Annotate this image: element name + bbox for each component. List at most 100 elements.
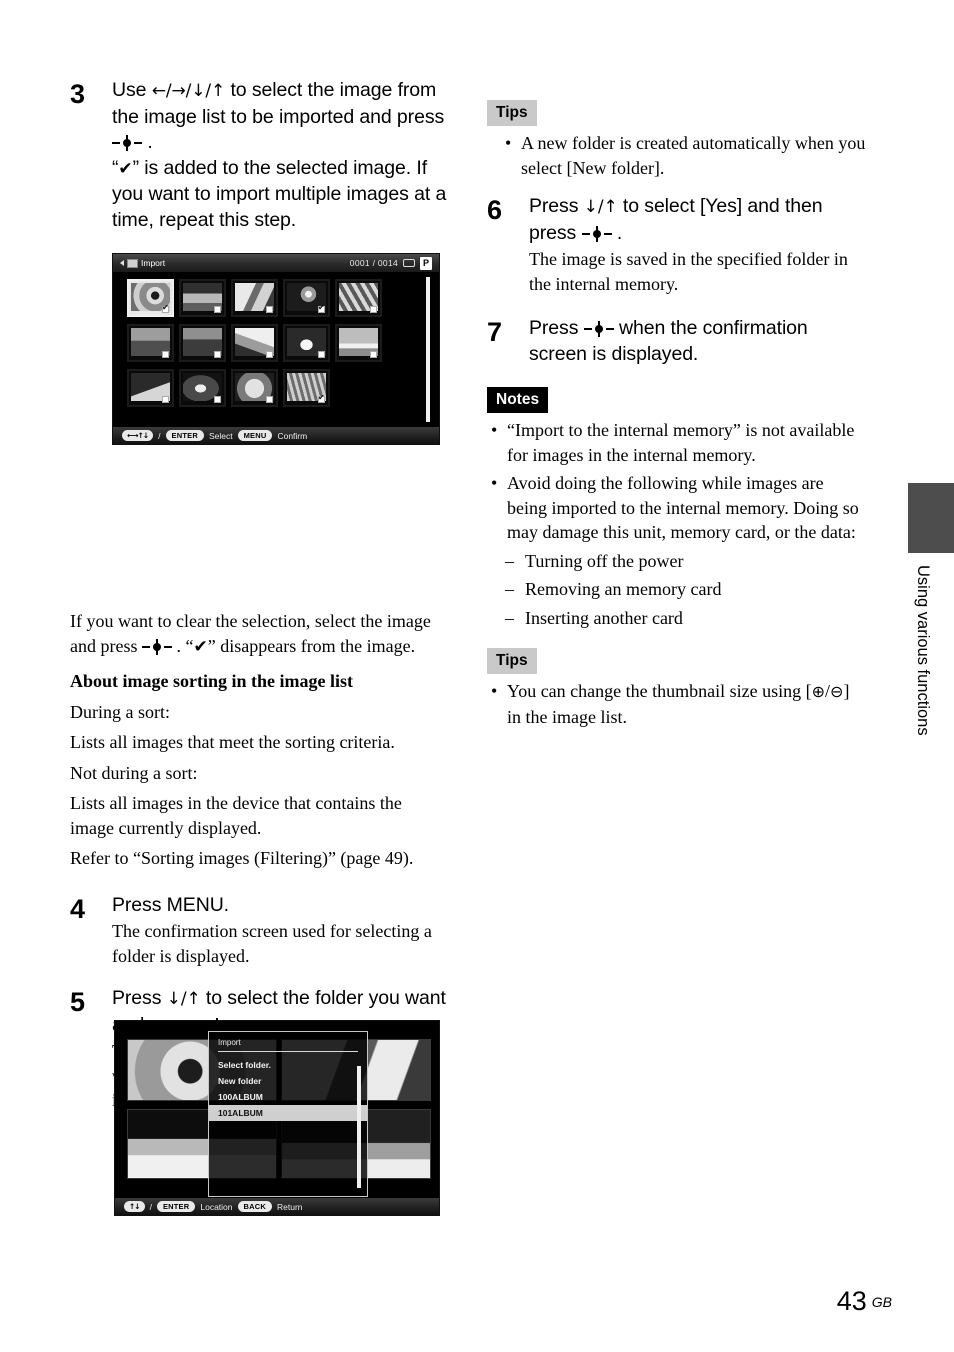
step-3-number: 3 [70, 79, 86, 109]
tips-bottom-header: Tips [487, 648, 867, 674]
clear-selection-text-2: . “ [171, 635, 194, 656]
manual-page: 3 Use ←/→/↓/↑ to select the image from t… [0, 0, 954, 1352]
thumbnail-checkbox[interactable] [318, 351, 325, 358]
after-screenshot-text: If you want to clear the selection, sele… [70, 609, 450, 871]
memory-card-icon [127, 258, 138, 268]
checkmark-icon: ✔ [118, 158, 133, 179]
step-6: 6 Press ↓/↑ to select [Yes] and then pre… [487, 194, 867, 296]
tips-top-list: A new folder is created automatically wh… [487, 131, 867, 180]
thumbnail-item[interactable] [179, 279, 226, 317]
dialog-item-101album[interactable]: 101ALBUM [209, 1105, 367, 1121]
updown-keys-pill: ↑↓ [124, 1201, 145, 1212]
thumbnail-checkbox[interactable] [266, 306, 273, 313]
during-sort-desc: Lists all images that meet the sorting c… [70, 732, 395, 752]
thumbnail-item[interactable] [231, 279, 278, 317]
thumbnail-scrollbar[interactable] [426, 277, 430, 422]
screenshot-import-list: Import 0001 / 0014 P ✔ ✔ ✔ ←→↑↓ / ENTER … [112, 253, 440, 445]
back-key-pill: BACK [237, 1201, 272, 1212]
during-sort-label: During a sort: [70, 701, 170, 722]
thumbnail-item[interactable] [179, 324, 226, 362]
section-tab-label: Using various functions [914, 565, 932, 736]
image-counter: 0001 / 0014 [349, 258, 398, 268]
thumbnail-checkbox[interactable] [162, 351, 169, 358]
thumbnail-checkbox[interactable] [162, 396, 169, 403]
enter-button-icon [583, 321, 614, 337]
left-column: 3 Use ←/→/↓/↑ to select the image from t… [70, 78, 450, 1216]
thumbnail-checkbox[interactable] [318, 393, 325, 403]
notes-item: “Import to the internal memory” is not a… [487, 418, 867, 467]
slash-separator: / [149, 1201, 152, 1212]
step-5-title-text-1: Press [112, 987, 167, 1009]
thumbnail-checkbox[interactable] [370, 351, 377, 358]
dialog-item-100album[interactable]: 100ALBUM [209, 1089, 367, 1105]
thumbnail-checkbox[interactable] [318, 303, 325, 313]
section-tab-marker [908, 483, 954, 553]
thumbnail-item[interactable] [283, 369, 330, 407]
display-icon [403, 259, 415, 267]
notes-subitem: Turning off the power [487, 549, 867, 574]
step-7-title-text-1: Press [529, 317, 584, 339]
step-6-title-text-3: . [611, 221, 623, 244]
screenshot-folder-select: Import Select folder. New folder 100ALBU… [114, 1020, 440, 1216]
step-4: 4 Press MENU. The confirmation screen us… [70, 893, 450, 969]
step-6-desc: The image is saved in the specified fold… [529, 249, 848, 294]
notes-badge: Notes [487, 387, 549, 413]
thumbnail-row [113, 317, 439, 362]
tips-bottom-list: You can change the thumbnail size using … [487, 679, 867, 729]
not-during-sort-label: Not during a sort: [70, 762, 198, 783]
thumbnail-item[interactable] [283, 279, 330, 317]
step-7-title: Press when the confirmation screen is di… [529, 316, 867, 367]
thumbnail-item[interactable] [231, 369, 278, 407]
thumbnail-checkbox[interactable] [214, 351, 221, 358]
arrow-keys-pill: ←→↑↓ [122, 430, 154, 441]
clear-selection-text-3: ” disappears from the image. [207, 635, 416, 656]
step-3-subtext-body: ” is added to the selected image. If you… [112, 156, 447, 231]
step-5-number: 5 [70, 987, 86, 1017]
zoom-out-icon: ⊖ [830, 682, 844, 701]
protect-badge-icon: P [420, 256, 432, 270]
dialog-item-select-folder[interactable]: Select folder. [209, 1057, 367, 1073]
thumbnail-item[interactable] [283, 324, 330, 362]
thumbnail-item[interactable] [179, 369, 226, 407]
thumbnail-item[interactable] [335, 324, 382, 362]
thumbnail-row [113, 273, 439, 317]
step-3-title-text-1: Use [112, 79, 152, 101]
import-screen-title: Import [141, 258, 166, 268]
thumbnail-item[interactable] [335, 279, 382, 317]
thumbnail-checkbox[interactable] [214, 396, 221, 403]
import-screen-footer: ←→↑↓ / ENTER Select MENU Confirm [113, 426, 439, 444]
sorting-heading: About image sorting in the image list [70, 671, 353, 691]
menu-key-pill: MENU [237, 430, 273, 441]
slash-separator: / [158, 430, 161, 441]
checkmark-icon: ✔ [193, 636, 208, 657]
notes-item: Avoid doing the following while images a… [487, 471, 867, 545]
thumbnail-checkbox[interactable] [266, 351, 273, 358]
tips-badge: Tips [487, 648, 537, 674]
thumbnail-item[interactable] [127, 369, 174, 407]
page-number: 43 GB [837, 1286, 892, 1317]
thumbnail-checkbox[interactable] [370, 306, 377, 313]
thumbnail-checkbox[interactable] [214, 306, 221, 313]
dialog-item-new-folder[interactable]: New folder [209, 1073, 367, 1089]
thumbnail-checkbox[interactable] [266, 396, 273, 403]
back-action-label: Return [276, 1201, 303, 1212]
notes-header: Notes [487, 387, 867, 413]
import-screen-header: Import 0001 / 0014 P [113, 254, 439, 273]
direction-arrows-icon: ←/→/↓/↑ [151, 81, 226, 101]
thumbnail-item[interactable] [231, 324, 278, 362]
enter-button-icon [141, 638, 172, 655]
step-7-number: 7 [487, 317, 503, 347]
thumbnail-checkbox[interactable] [162, 303, 169, 313]
tips-top-header: Tips [487, 100, 867, 126]
right-column: Tips A new folder is created automatical… [487, 100, 867, 733]
thumbnail-item[interactable] [127, 324, 174, 362]
dialog-scrollbar[interactable] [357, 1066, 361, 1188]
notes-subitem: Removing an memory card [487, 577, 867, 602]
step-3: 3 Use ←/→/↓/↑ to select the image from t… [70, 78, 450, 233]
folder-screen-footer: ↑↓ / ENTER Location BACK Return [115, 1197, 439, 1215]
updown-arrows-icon: ↓/↑ [583, 197, 618, 217]
thumbnail-row [113, 362, 439, 407]
thumbnail-item[interactable] [127, 279, 174, 317]
folder-select-dialog: Import Select folder. New folder 100ALBU… [208, 1031, 368, 1197]
enter-button-icon [112, 135, 142, 151]
